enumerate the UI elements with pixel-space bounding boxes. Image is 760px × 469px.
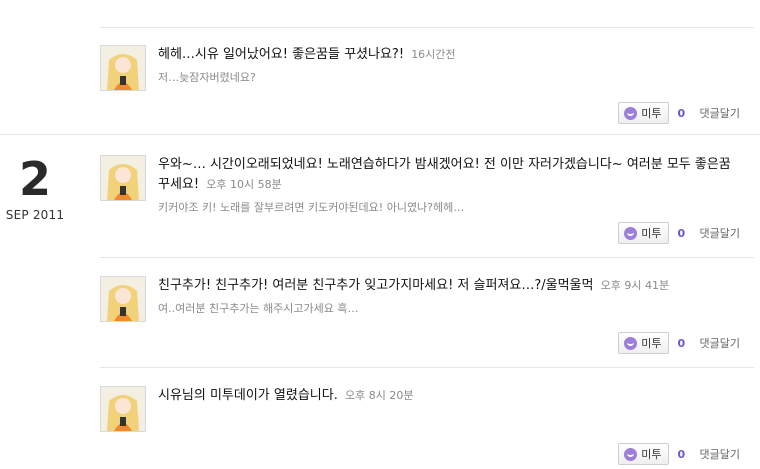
divider: [100, 27, 754, 28]
reply-link[interactable]: 댓글달기: [700, 446, 740, 462]
avatar-icon: [101, 156, 145, 200]
post-message: 헤헤…시유 일어났어요! 좋은꿈들 꾸셨나요?!: [158, 47, 405, 62]
post-actions: 미투 0 댓글달기: [618, 443, 740, 465]
metoo-button[interactable]: 미투: [618, 102, 669, 124]
avatar[interactable]: [100, 45, 146, 91]
comment-preview[interactable]: 여..여러분 친구추가는 해주시고가세요 흑…: [158, 302, 740, 316]
post-message: 시유님의 미투데이가 열렸습니다.: [158, 388, 338, 403]
avatar-icon: [101, 46, 145, 90]
metoo-label: 미투: [641, 337, 662, 350]
post-time[interactable]: 오후 9시 41분: [601, 279, 669, 292]
post-actions: 미투 0 댓글달기: [618, 102, 740, 124]
metoo-label: 미투: [641, 227, 662, 240]
reply-link[interactable]: 댓글달기: [700, 225, 740, 241]
metoo-count[interactable]: 0: [678, 107, 690, 120]
comment-preview[interactable]: 키커야조 키! 노래를 잘부르려면 키도커야된데요! 아니였나?헤헤…: [158, 201, 740, 215]
post-message-line: 시유님의 미투데이가 열렸습니다. 오후 8시 20분: [158, 386, 740, 406]
post-time[interactable]: 오후 8시 20분: [345, 389, 413, 402]
post-message-line: 헤헤…시유 일어났어요! 좋은꿈들 꾸셨나요?! 16시간전: [158, 45, 740, 65]
metoo-icon: [624, 106, 638, 120]
post-message-line: 친구추가! 친구추가! 여러분 친구추가 잊고가지마세요! 저 슬퍼져요…?/울…: [158, 276, 740, 296]
metoo-count[interactable]: 0: [678, 337, 690, 350]
metoo-button[interactable]: 미투: [618, 222, 669, 244]
metoo-count[interactable]: 0: [678, 227, 690, 240]
post-item: 시유님의 미투데이가 열렸습니다. 오후 8시 20분 미투 0 댓글달기: [100, 386, 740, 466]
post-item: 우와~… 시간이오래되었네요! 노래연습하다가 밤새겠어요! 전 이만 자러가겠…: [100, 155, 740, 247]
post-actions: 미투 0 댓글달기: [618, 332, 740, 354]
avatar-icon: [101, 387, 145, 431]
divider: [100, 257, 754, 258]
date-month-year: SEP 2011: [5, 208, 65, 222]
metoo-label: 미투: [641, 448, 662, 461]
avatar-icon: [101, 277, 145, 321]
metoo-count[interactable]: 0: [678, 448, 690, 461]
date-day: 2: [18, 152, 51, 206]
date-block: 2 SEP 2011: [0, 156, 70, 222]
date-divider: [0, 134, 760, 135]
metoo-icon: [624, 226, 638, 240]
reply-link[interactable]: 댓글달기: [700, 105, 740, 121]
reply-link[interactable]: 댓글달기: [700, 335, 740, 351]
metoo-icon: [624, 336, 638, 350]
metoo-button[interactable]: 미투: [618, 443, 669, 465]
post-item: 친구추가! 친구추가! 여러분 친구추가 잊고가지마세요! 저 슬퍼져요…?/울…: [100, 276, 740, 356]
avatar[interactable]: [100, 155, 146, 201]
post-time[interactable]: 오후 10시 58분: [206, 178, 281, 191]
post-item: 헤헤…시유 일어났어요! 좋은꿈들 꾸셨나요?! 16시간전 저…늦잠자버렸네요…: [100, 45, 740, 125]
avatar[interactable]: [100, 386, 146, 432]
divider: [100, 367, 754, 368]
comment-preview[interactable]: 저…늦잠자버렸네요?: [158, 71, 740, 85]
metoo-icon: [624, 447, 638, 461]
avatar[interactable]: [100, 276, 146, 322]
metoo-label: 미투: [641, 107, 662, 120]
metoo-button[interactable]: 미투: [618, 332, 669, 354]
post-message-line: 우와~… 시간이오래되었네요! 노래연습하다가 밤새겠어요! 전 이만 자러가겠…: [158, 155, 740, 195]
post-time[interactable]: 16시간전: [411, 48, 455, 61]
post-message: 친구추가! 친구추가! 여러분 친구추가 잊고가지마세요! 저 슬퍼져요…?/울…: [158, 278, 594, 293]
post-actions: 미투 0 댓글달기: [618, 222, 740, 244]
